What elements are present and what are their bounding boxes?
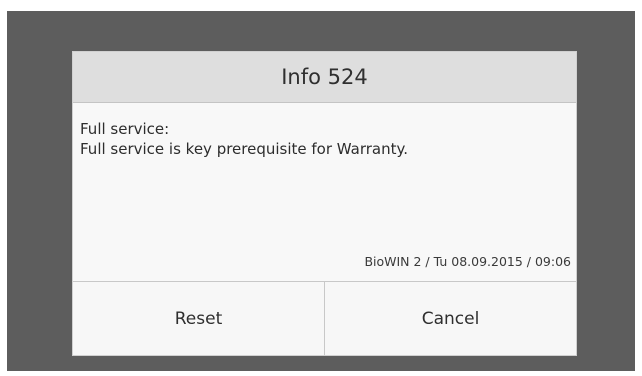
message-text: Full service: Full service is key prereq… xyxy=(80,119,408,159)
dialog-title: Info 524 xyxy=(281,65,368,89)
reset-button-label: Reset xyxy=(174,308,223,329)
dialog-title-bar: Info 524 xyxy=(73,52,576,103)
cancel-button[interactable]: Cancel xyxy=(324,282,576,355)
dialog-button-row: Reset Cancel xyxy=(73,281,576,355)
device-status-info: BioWIN 2 / Tu 08.09.2015 / 09:06 xyxy=(364,254,571,269)
message-line-1: Full service: xyxy=(80,120,170,138)
reset-button[interactable]: Reset xyxy=(73,282,324,355)
dialog-body: Full service: Full service is key prereq… xyxy=(73,103,576,281)
screen-background: Info 524 Full service: Full service is k… xyxy=(7,11,635,371)
info-dialog: Info 524 Full service: Full service is k… xyxy=(72,51,577,356)
message-line-2: Full service is key prerequisite for War… xyxy=(80,140,409,158)
cancel-button-label: Cancel xyxy=(421,308,480,329)
